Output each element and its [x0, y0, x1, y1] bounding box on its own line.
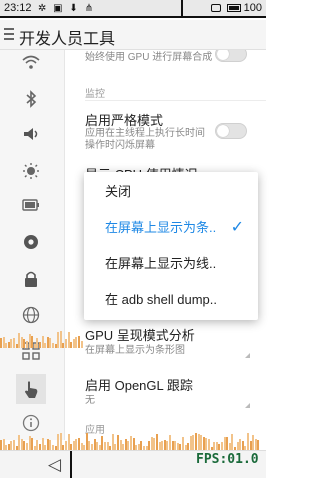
- download-status-icon: ⬇: [69, 3, 80, 14]
- menu-item-bars[interactable]: 在屏幕上显示为条.. ✓: [84, 210, 258, 246]
- gpu-bar: [106, 442, 109, 450]
- fps-counter: FPS:01.0: [196, 452, 259, 467]
- checkmark-icon: ✓: [230, 219, 244, 236]
- gpu-bar: [215, 442, 218, 450]
- gpu-bar: [140, 440, 143, 450]
- wifi-icon[interactable]: [21, 54, 41, 74]
- location-icon[interactable]: [21, 234, 41, 254]
- back-icon[interactable]: ◁: [48, 455, 61, 475]
- gpu-overlay-marker: [70, 451, 72, 478]
- bluetooth-icon[interactable]: [21, 90, 41, 110]
- gpu-bar: [249, 440, 252, 450]
- gpu-bar: [119, 440, 122, 450]
- gpu-overlay-marker: [181, 0, 183, 18]
- gpu-bar: [26, 443, 28, 450]
- monitoring-section-header: 监控: [85, 89, 105, 100]
- battery-level: 100: [243, 2, 262, 14]
- gpu-bar: [36, 440, 39, 450]
- image-status-icon: ▣: [53, 3, 65, 14]
- gpu-bar: [88, 440, 91, 450]
- gpu-bar: [171, 440, 174, 450]
- gpu-rendering-toggle[interactable]: [215, 50, 247, 62]
- gpu-rendering-desc: 始终使用 GPU 进行屏幕合成: [85, 52, 213, 63]
- gpu-bar: [65, 440, 67, 450]
- menu-item-off[interactable]: 关闭: [84, 174, 258, 210]
- gpu-bar: [187, 443, 190, 450]
- opengl-trace-title[interactable]: 启用 OpenGL 跟踪: [85, 375, 193, 394]
- dropdown-corner-icon: [245, 403, 250, 408]
- page-title: 开发人员工具: [19, 31, 116, 48]
- gpu-bar: [176, 443, 179, 450]
- strict-mode-toggle[interactable]: [215, 123, 247, 139]
- gpu-bar: [236, 441, 239, 450]
- globe-icon[interactable]: [21, 306, 41, 326]
- lock-icon[interactable]: [21, 270, 41, 290]
- menu-icon[interactable]: [4, 28, 14, 40]
- settings-status-icon: ✲: [38, 3, 49, 14]
- gpu-bar: [174, 440, 177, 450]
- gpu-bar: [20, 438, 23, 450]
- gpu-bar: [127, 441, 130, 450]
- status-icons: ✲ ▣ ⬇ ⋔: [38, 3, 95, 14]
- brightness-icon[interactable]: [21, 162, 41, 182]
- gpu-bar: [241, 440, 244, 450]
- usb-status-icon: ⋔: [84, 3, 95, 14]
- apps-section-header: 应用: [85, 425, 105, 436]
- gpu-bar: [158, 442, 161, 450]
- dropdown-corner-icon: [245, 353, 250, 358]
- battery-indicator: 100: [210, 2, 262, 14]
- strict-mode-desc: 应用在主线程上执行长时间操作时闪烁屏幕: [85, 128, 205, 151]
- gpu-bar: [72, 441, 75, 450]
- gpu-bar: [161, 440, 164, 450]
- touch-icon[interactable]: [16, 374, 46, 404]
- gpu-bar: [213, 442, 216, 450]
- gpu-bar: [104, 442, 106, 450]
- gpu-bar: [124, 438, 127, 450]
- divider: [85, 100, 266, 101]
- status-bar: 23:12 ✲ ▣ ⬇ ⋔ 100: [0, 0, 266, 18]
- gpu-bar: [75, 439, 78, 450]
- gpu-bar: [49, 440, 52, 450]
- gpu-bar: [254, 438, 257, 450]
- gpu-bar: [96, 442, 99, 450]
- gpu-bar: [221, 441, 223, 450]
- gpu-bar: [208, 439, 210, 450]
- battery-status-icon: [226, 4, 241, 13]
- gpu-bar: [163, 440, 166, 450]
- gpu-bar: [13, 439, 15, 450]
- menu-item-bars-label: 在屏幕上显示为条..: [105, 220, 217, 235]
- app-header: 开发人员工具: [0, 20, 266, 50]
- status-time: 23:12: [4, 2, 32, 14]
- sound-icon[interactable]: [21, 126, 41, 146]
- gpu-bar: [166, 440, 169, 450]
- gpu-bar: [46, 439, 49, 450]
- gpu-bar: [93, 439, 96, 450]
- menu-item-adb-dump[interactable]: 在 adb shell dump..: [84, 282, 258, 318]
- gpu-bar: [148, 441, 151, 450]
- category-rail: [0, 50, 65, 440]
- sim-icon: [210, 4, 221, 13]
- gpu-bar: [2, 439, 5, 450]
- opengl-trace-value: 无: [85, 395, 95, 406]
- menu-item-lines[interactable]: 在屏幕上显示为线..: [84, 246, 258, 282]
- info-icon[interactable]: [21, 414, 41, 434]
- strict-mode-title[interactable]: 启用严格模式: [85, 110, 163, 129]
- gpu-profile-value: 在屏幕上显示为条形图: [85, 345, 185, 356]
- gpu-bar: [239, 438, 242, 450]
- gpu-profile-title[interactable]: GPU 呈现模式分析: [85, 325, 195, 344]
- gpu-bar: [0, 440, 2, 450]
- apps-icon[interactable]: [21, 342, 41, 362]
- gpu-bar: [23, 441, 26, 450]
- gpu-profile-options-menu: 关闭 在屏幕上显示为条.. ✓ 在屏幕上显示为线.. 在 adb shell d…: [84, 172, 258, 320]
- gpu-bar: [80, 443, 83, 450]
- gpu-bar: [257, 440, 260, 450]
- gpu-bar: [10, 440, 13, 450]
- gpu-bar: [228, 443, 231, 450]
- battery-icon[interactable]: [21, 198, 41, 218]
